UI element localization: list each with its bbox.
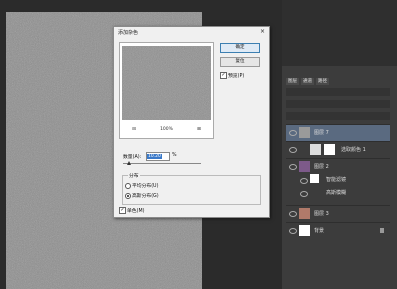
layer-name: 图层 7 xyxy=(314,130,329,136)
eye-icon[interactable] xyxy=(300,178,308,184)
adjustment-icon xyxy=(310,144,321,155)
reset-button[interactable]: 复位 xyxy=(220,57,260,67)
layer-row[interactable]: 选取颜色 1 xyxy=(286,141,390,158)
eye-icon[interactable] xyxy=(289,211,297,217)
layer-name: 背景 xyxy=(314,228,325,234)
preview-image xyxy=(122,46,211,120)
layer-row[interactable]: 图层 7 xyxy=(286,124,390,141)
zoom-out-icon[interactable]: ⊟ xyxy=(132,127,136,132)
gaussian-radio[interactable] xyxy=(125,193,131,199)
tab-layers[interactable]: 图层 xyxy=(286,78,299,85)
zoom-controls: ⊟ 100% ⊞ xyxy=(120,123,213,135)
filter-mask-thumbnail xyxy=(310,174,319,183)
layers-panel-tabs: 图层 通道 路径 xyxy=(286,78,329,85)
distribution-group xyxy=(122,175,261,205)
amount-input[interactable]: 10.20 xyxy=(146,152,170,161)
gaussian-radio-label: 高斯分布(G) xyxy=(132,194,159,199)
ok-button[interactable]: 确定 xyxy=(220,43,260,53)
layer-name: 图层 2 xyxy=(314,164,329,170)
preview-checkbox-label: 预览(P) xyxy=(228,74,245,79)
layer-row[interactable]: 背景 xyxy=(286,222,390,239)
blend-mode-row[interactable] xyxy=(286,100,390,108)
layer-row[interactable]: 高斯模糊 xyxy=(286,186,390,198)
preview-box[interactable]: ⊟ 100% ⊞ xyxy=(119,42,214,139)
eye-icon[interactable] xyxy=(289,228,297,234)
close-icon[interactable]: × xyxy=(260,28,265,35)
tab-paths[interactable]: 路径 xyxy=(316,78,329,85)
layer-name: 选取颜色 1 xyxy=(341,147,366,153)
eye-icon[interactable] xyxy=(300,191,308,197)
lock-icon xyxy=(380,228,384,233)
layer-name: 高斯模糊 xyxy=(326,190,347,196)
add-noise-dialog: 添加杂色 × ⊟ 100% ⊞ 确定 复位 ✓ 预览(P) 数量(A): 10.… xyxy=(113,26,270,218)
layer-name: 图层 3 xyxy=(314,211,329,217)
layer-row[interactable]: 图层 2 xyxy=(286,158,390,173)
lock-row[interactable] xyxy=(286,112,390,120)
eye-icon[interactable] xyxy=(289,147,297,153)
layer-mask-thumbnail xyxy=(324,144,335,155)
tab-channels[interactable]: 通道 xyxy=(301,78,314,85)
layer-thumbnail xyxy=(299,127,310,138)
uniform-radio[interactable] xyxy=(125,183,131,189)
amount-slider-thumb[interactable] xyxy=(127,161,131,165)
layer-name: 智能滤镜 xyxy=(326,177,347,183)
amount-unit: % xyxy=(172,153,177,158)
amount-slider-track[interactable] xyxy=(123,163,201,164)
monochromatic-label: 单色(M) xyxy=(127,209,145,214)
amount-label: 数量(A): xyxy=(123,155,142,160)
zoom-level: 100% xyxy=(160,126,173,132)
monochromatic-checkbox[interactable]: ✓ xyxy=(119,207,126,214)
layer-filter-row[interactable] xyxy=(286,88,390,96)
zoom-in-icon[interactable]: ⊞ xyxy=(197,127,201,132)
amount-value: 10.20 xyxy=(147,154,162,159)
preview-checkbox[interactable]: ✓ xyxy=(220,72,227,79)
layer-thumbnail xyxy=(299,161,310,172)
eye-icon[interactable] xyxy=(289,164,297,170)
layer-thumbnail xyxy=(299,208,310,219)
layer-thumbnail xyxy=(299,225,310,236)
uniform-radio-label: 平均分布(U) xyxy=(132,184,159,189)
layer-row[interactable]: 智能滤镜 xyxy=(286,173,390,185)
eye-icon[interactable] xyxy=(289,130,297,136)
panel-dock-top xyxy=(282,0,397,66)
dialog-title: 添加杂色 xyxy=(118,30,139,36)
layer-row[interactable]: 图层 3 xyxy=(286,205,390,222)
distribution-label: 分布 xyxy=(128,172,140,179)
